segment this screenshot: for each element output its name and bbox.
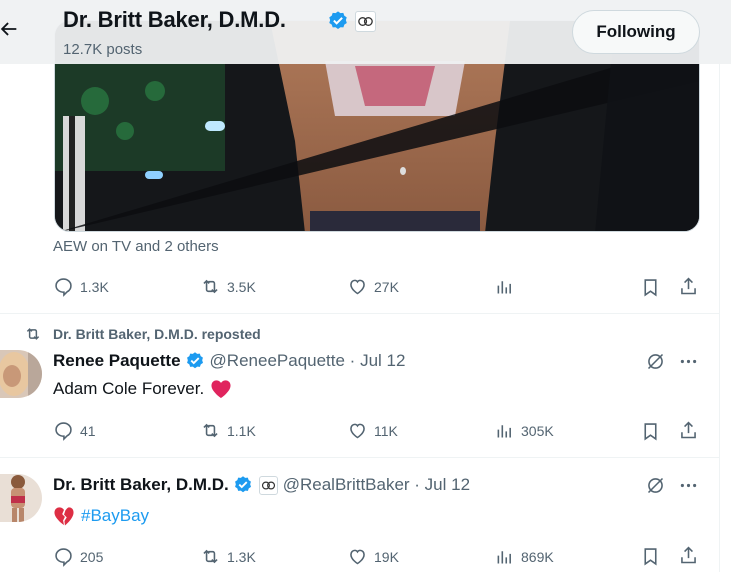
reply-count: 41	[80, 422, 96, 439]
repost-button[interactable]: 1.1K	[200, 420, 256, 441]
views-icon	[497, 281, 511, 294]
column-border	[719, 64, 720, 572]
hashtag-link[interactable]: #BayBay	[81, 506, 149, 526]
share-icon[interactable]	[678, 545, 699, 566]
divider	[0, 313, 719, 314]
bookmark-icon[interactable]	[640, 546, 661, 567]
bookmark-icon[interactable]	[640, 421, 661, 442]
like-count: 11K	[374, 422, 398, 439]
back-arrow-icon[interactable]	[0, 18, 20, 40]
profile-header: Dr. Britt Baker, D.M.D. 12.7K posts Foll…	[0, 0, 731, 64]
like-button[interactable]: 27K	[347, 276, 399, 297]
share-icon[interactable]	[678, 420, 699, 441]
author-handle-time[interactable]: @ReneePaquette · Jul 12	[210, 351, 406, 371]
views-icon	[497, 551, 511, 564]
broken-heart-icon	[54, 507, 74, 526]
repost-label: Dr. Britt Baker, D.M.D. reposted	[53, 326, 261, 342]
avatar[interactable]	[0, 474, 42, 522]
like-icon	[350, 279, 365, 295]
affiliate-badge-icon[interactable]	[355, 11, 376, 32]
verified-icon[interactable]	[233, 475, 253, 495]
author-handle-time[interactable]: @RealBrittBaker · Jul 12	[283, 475, 470, 495]
repost-context[interactable]: Dr. Britt Baker, D.M.D. reposted	[24, 325, 261, 343]
post-count: 12.7K posts	[63, 41, 143, 58]
reply-button[interactable]: 205	[53, 546, 103, 567]
verified-icon[interactable]	[327, 10, 349, 32]
affiliate-badge-icon[interactable]	[258, 475, 278, 495]
repost-button[interactable]: 3.5K	[200, 276, 256, 297]
social-context[interactable]: AEW on TV and 2 others	[53, 238, 219, 255]
like-button[interactable]: 19K	[347, 546, 399, 567]
views-count: 305K	[521, 422, 554, 439]
like-count: 19K	[374, 548, 399, 565]
following-button[interactable]: Following	[572, 10, 700, 54]
like-icon	[350, 423, 365, 439]
more-icon[interactable]	[678, 351, 699, 372]
views-button[interactable]	[494, 276, 521, 297]
avatar[interactable]	[0, 350, 42, 398]
reply-icon	[55, 278, 72, 297]
repost-count: 1.1K	[227, 422, 256, 439]
reply-count: 1.3K	[80, 278, 109, 295]
like-count: 27K	[374, 278, 399, 295]
reply-icon	[55, 422, 72, 441]
repost-icon	[203, 423, 218, 438]
profile-name: Dr. Britt Baker, D.M.D.	[63, 7, 286, 32]
repost-count: 1.3K	[227, 548, 256, 565]
tweet-text-content: Adam Cole Forever.	[53, 379, 205, 398]
tweet-text: Adam Cole Forever.	[53, 379, 232, 399]
share-icon[interactable]	[678, 276, 699, 297]
verified-icon[interactable]	[185, 351, 205, 371]
author-name[interactable]: Dr. Britt Baker, D.M.D.	[53, 475, 229, 495]
like-button[interactable]: 11K	[347, 420, 398, 441]
author-name[interactable]: Renee Paquette	[53, 351, 181, 371]
tweet-header: Dr. Britt Baker, D.M.D. @RealBrittBaker …	[53, 475, 470, 495]
reply-button[interactable]: 41	[53, 420, 96, 441]
repost-count: 3.5K	[227, 278, 256, 295]
views-button[interactable]: 869K	[494, 546, 554, 567]
reply-button[interactable]: 1.3K	[53, 276, 109, 297]
grok-icon[interactable]	[645, 475, 666, 496]
tweet-header: Renee Paquette @ReneePaquette · Jul 12	[53, 351, 405, 371]
views-button[interactable]: 305K	[494, 420, 554, 441]
tweet-text: #BayBay	[53, 506, 149, 526]
divider	[0, 457, 719, 458]
repost-icon	[26, 328, 40, 340]
more-icon[interactable]	[678, 475, 699, 496]
red-heart-emoji	[211, 380, 231, 399]
repost-icon	[203, 279, 218, 294]
reply-count: 205	[80, 548, 104, 565]
repost-button[interactable]: 1.3K	[200, 546, 256, 567]
avatar-image	[0, 350, 42, 398]
reply-icon	[55, 548, 72, 567]
grok-icon[interactable]	[645, 351, 666, 372]
bookmark-icon[interactable]	[640, 277, 661, 298]
repost-icon	[203, 549, 218, 564]
views-count: 869K	[521, 548, 554, 565]
views-icon	[497, 425, 511, 438]
avatar-image	[0, 474, 42, 522]
like-icon	[350, 549, 365, 565]
